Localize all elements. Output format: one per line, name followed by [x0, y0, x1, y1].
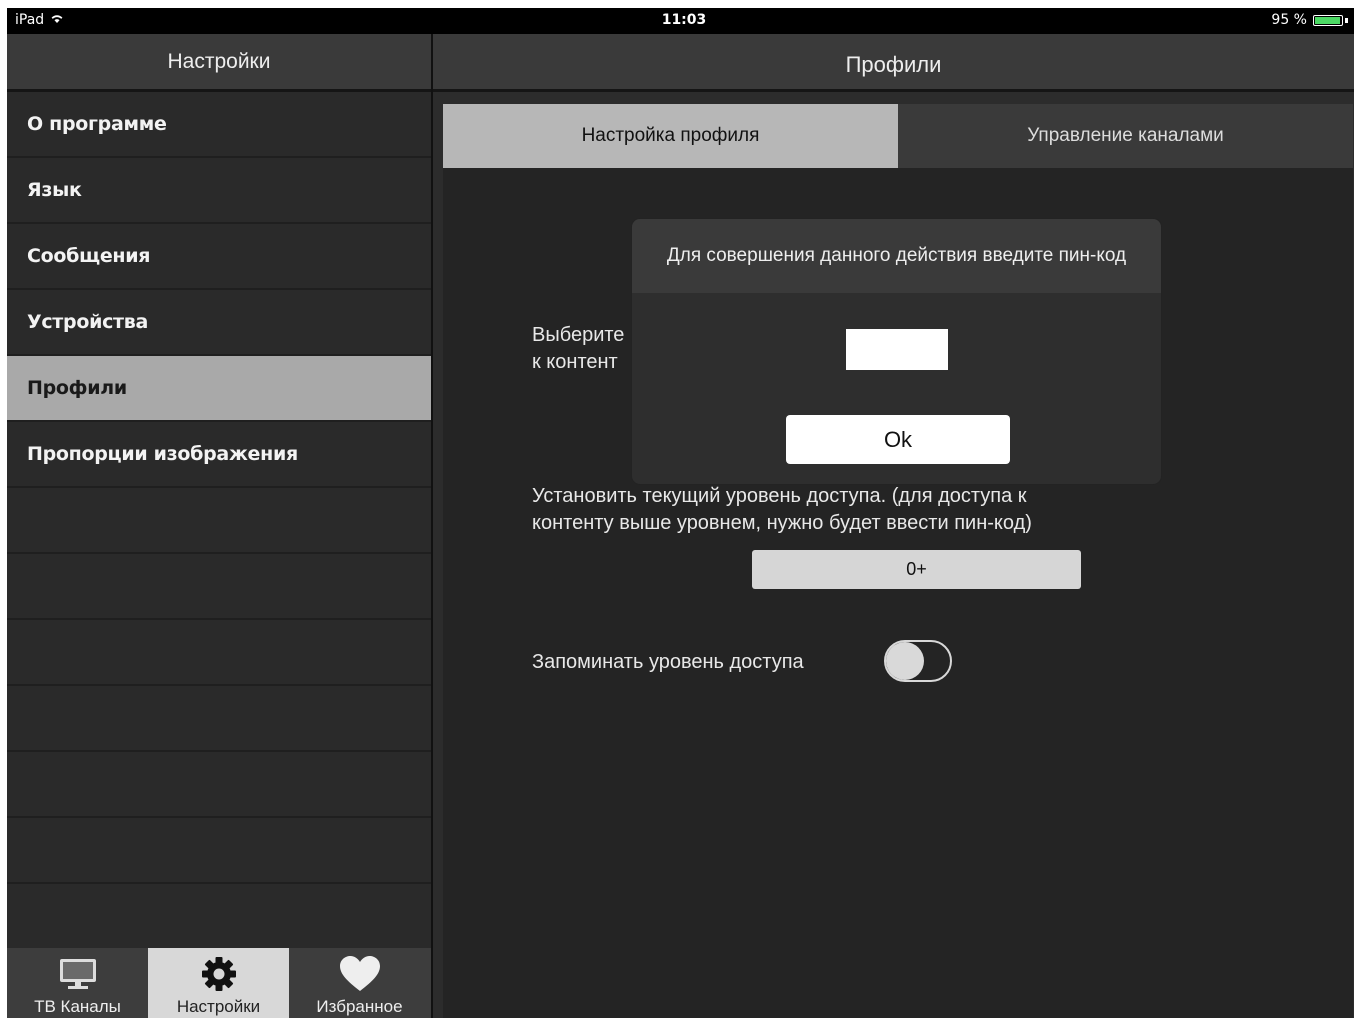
status-bar: iPad 11:03 95 %: [7, 8, 1354, 34]
pin-dialog: Для совершения данного действия введите …: [632, 219, 1161, 484]
page-title: Профили: [433, 34, 1354, 92]
app-window: iPad 11:03 95 % Настройки О программе Яз…: [7, 8, 1354, 1018]
sidebar-empty-row: [7, 554, 431, 620]
choose-text-line2: к контент: [532, 351, 618, 373]
heart-icon: [339, 951, 381, 997]
choose-level-text: Выберите к контент: [532, 322, 624, 376]
access-level-text: Установить текущий уровень доступа. (для…: [532, 483, 1032, 537]
toggle-knob: [886, 642, 924, 680]
choose-text-line1: Выберите: [532, 324, 625, 346]
tab-favorites[interactable]: Избранное: [289, 948, 430, 1018]
tab-label: Избранное: [316, 997, 403, 1016]
access-text-line1: Установить текущий уровень доступа. (для…: [532, 485, 1027, 507]
bottom-tab-bar: ТВ Каналы Настройки Избранное: [7, 948, 431, 1018]
sidebar-empty-row: [7, 752, 431, 818]
battery-tip: [1345, 17, 1348, 23]
tab-profile-settings[interactable]: Настройка профиля: [443, 104, 898, 168]
battery-level: [1315, 16, 1340, 24]
pin-dialog-title: Для совершения данного действия введите …: [632, 219, 1161, 293]
tv-icon: [58, 951, 98, 997]
tab-tv-channels[interactable]: ТВ Каналы: [7, 948, 148, 1018]
profiles-panel: Профили Настройка профиля Управление кан…: [433, 34, 1354, 1018]
remember-level-toggle[interactable]: [884, 640, 952, 682]
battery-icon: [1313, 14, 1343, 26]
access-text-line2: контенту выше уровнем, нужно будет ввест…: [532, 512, 1032, 534]
profile-content: Настройка профиля Управление каналами Вы…: [443, 104, 1353, 1018]
tab-label: ТВ Каналы: [34, 997, 121, 1016]
sidebar-item-about[interactable]: О программе: [7, 92, 431, 158]
gear-icon: [200, 951, 238, 997]
ok-button[interactable]: Ok: [786, 415, 1010, 464]
sidebar-title: Настройки: [7, 34, 431, 92]
sidebar-empty-row: [7, 686, 431, 752]
pin-input[interactable]: [846, 329, 948, 370]
tab-channel-management[interactable]: Управление каналами: [898, 104, 1353, 168]
sidebar-item-devices[interactable]: Устройства: [7, 290, 431, 356]
sidebar-item-aspect-ratio[interactable]: Пропорции изображения: [7, 422, 431, 488]
sidebar-empty-row: [7, 620, 431, 686]
remember-level-label: Запоминать уровень доступа: [532, 651, 804, 673]
sidebar-item-messages[interactable]: Сообщения: [7, 224, 431, 290]
tab-settings[interactable]: Настройки: [148, 948, 289, 1018]
sidebar-item-profiles[interactable]: Профили: [7, 356, 431, 422]
sidebar-empty-row: [7, 818, 431, 884]
sidebar-empty-row: [7, 488, 431, 554]
settings-sidebar: Настройки О программе Язык Сообщения Уст…: [7, 34, 431, 1018]
access-level-selector[interactable]: 0+: [752, 550, 1081, 589]
sidebar-item-language[interactable]: Язык: [7, 158, 431, 224]
tab-label: Настройки: [176, 997, 261, 1016]
battery-percent: 95 %: [1271, 12, 1307, 28]
segmented-control: Настройка профиля Управление каналами: [443, 104, 1353, 168]
status-time: 11:03: [661, 12, 707, 28]
